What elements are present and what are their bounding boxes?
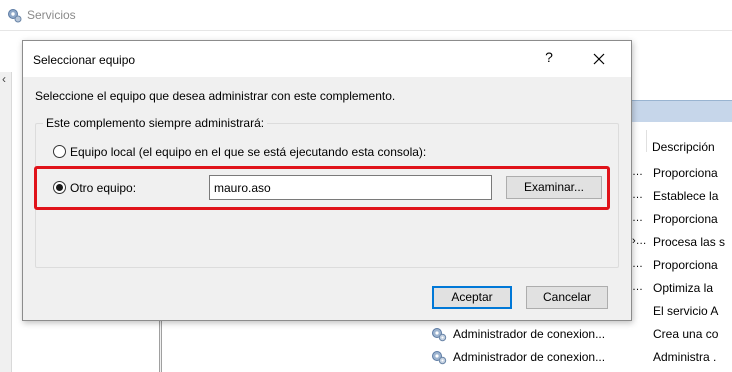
help-button[interactable]: ?: [539, 49, 559, 69]
column-header-description[interactable]: Descripción: [652, 140, 715, 154]
toolbar-divider: [0, 30, 732, 31]
row-name-overflow: ›…: [632, 235, 647, 247]
radio-selected-dot: [56, 184, 63, 191]
radio-local-computer-label[interactable]: Equipo local (el equipo en el que se est…: [70, 145, 426, 159]
cancel-button[interactable]: Cancelar: [526, 286, 608, 309]
radio-local-computer[interactable]: [53, 145, 66, 158]
row-description: Proporciona: [653, 166, 718, 180]
row-description: Optimiza la: [653, 281, 714, 295]
dialog-title: Seleccionar equipo: [33, 53, 136, 67]
chevron-left-icon[interactable]: ‹: [2, 72, 6, 86]
row-name-overflow: …: [632, 189, 643, 201]
dialog-titlebar[interactable]: Seleccionar equipo ?: [23, 41, 631, 77]
radio-other-computer[interactable]: [53, 181, 66, 194]
row-description: El servicio A: [653, 304, 719, 318]
console-tree-strip: [0, 72, 12, 372]
row-description: Proporciona: [653, 258, 718, 272]
services-title: Servicios: [27, 8, 76, 22]
close-icon[interactable]: [588, 49, 610, 69]
service-gear-icon: [432, 351, 447, 365]
service-name: Administrador de conexion...: [453, 350, 606, 364]
row-description: Proporciona: [653, 212, 718, 226]
services-titlebar: Servicios: [0, 0, 732, 30]
group-label: Este complemento siempre administrará:: [43, 116, 268, 130]
row-description: Procesa las s: [653, 235, 726, 249]
row-name-overflow: …: [632, 281, 643, 293]
service-gear-icon: [432, 328, 447, 342]
select-computer-dialog: Seleccionar equipo ? Seleccione el equip…: [22, 40, 632, 321]
accept-button[interactable]: Aceptar: [432, 286, 512, 309]
service-name: Administrador de conexion...: [453, 327, 606, 341]
dialog-instruction: Seleccione el equipo que desea administr…: [35, 89, 396, 103]
row-description: Establece la: [653, 189, 719, 203]
row-name-overflow: …: [632, 258, 643, 270]
gear-icon: [8, 9, 22, 23]
browse-button[interactable]: Examinar...: [506, 176, 602, 199]
column-separator[interactable]: [646, 130, 647, 152]
computer-name-input[interactable]: [209, 175, 492, 200]
row-description: Crea una co: [653, 327, 719, 341]
extended-tab-band: [630, 100, 732, 122]
row-name-overflow: …: [632, 212, 643, 224]
row-name-overflow: …: [632, 166, 643, 178]
row-description: Administra .: [653, 350, 717, 364]
radio-other-computer-label[interactable]: Otro equipo:: [70, 181, 136, 195]
